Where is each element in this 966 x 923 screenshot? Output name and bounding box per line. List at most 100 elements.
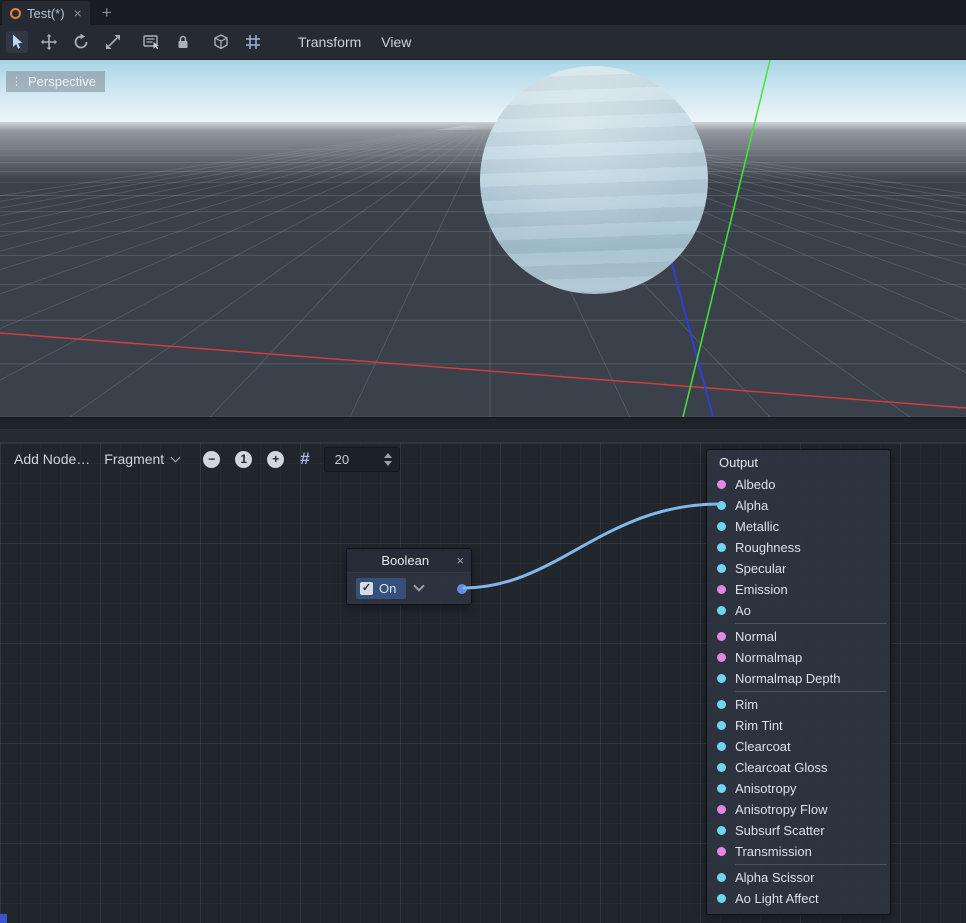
port-dot[interactable]	[717, 543, 726, 552]
shader-toolbar: Add Node… Fragment − 1 + # 20	[14, 445, 400, 473]
port-dot[interactable]	[717, 700, 726, 709]
boolean-output-port[interactable]	[457, 584, 467, 594]
port-dot[interactable]	[717, 784, 726, 793]
port-row[interactable]: Emission	[707, 579, 890, 600]
port-label: Ao	[735, 603, 751, 618]
port-dot[interactable]	[717, 632, 726, 641]
transform-menu[interactable]: Transform	[288, 34, 371, 50]
port-dot[interactable]	[717, 894, 726, 903]
3d-viewport[interactable]: ⋮ Perspective	[0, 60, 966, 417]
port-row[interactable]: Transmission	[707, 841, 890, 862]
boolean-checkbox[interactable]: ✓ On	[356, 578, 406, 599]
lock-tool-button[interactable]	[172, 31, 194, 53]
output-node[interactable]: Output Albedo Alpha Metallic Roughness S…	[706, 449, 891, 915]
port-dot[interactable]	[717, 805, 726, 814]
port-dot[interactable]	[717, 826, 726, 835]
port-row[interactable]: Albedo	[707, 474, 890, 495]
list-select-icon	[142, 33, 160, 51]
zoom-reset-button[interactable]: 1	[235, 451, 252, 468]
scene-tab-bar: Test(*) × +	[0, 0, 966, 25]
mesh-cube-icon	[212, 33, 230, 51]
port-row[interactable]: Normal	[707, 626, 890, 647]
rotate-tool-button[interactable]	[70, 31, 92, 53]
panel-splitter[interactable]	[0, 417, 966, 430]
port-dot[interactable]	[717, 873, 726, 882]
port-label: Normal	[735, 629, 777, 644]
spin-up-icon	[384, 453, 392, 458]
snap-distance-value: 20	[335, 452, 349, 467]
port-dot[interactable]	[717, 480, 726, 489]
port-label: Anisotropy Flow	[735, 802, 827, 817]
port-row[interactable]: Rim	[707, 694, 890, 715]
port-row[interactable]: Ao	[707, 600, 890, 621]
zoom-controls: − 1 +	[203, 451, 284, 468]
port-row[interactable]: Subsurf Scatter	[707, 820, 890, 841]
port-row[interactable]: Alpha Scissor	[707, 867, 890, 888]
port-label: Specular	[735, 561, 786, 576]
port-row[interactable]: Anisotropy	[707, 778, 890, 799]
boolean-node-header[interactable]: Boolean ×	[347, 549, 471, 573]
snap-toggle-button[interactable]: #	[300, 449, 309, 469]
port-row[interactable]: Anisotropy Flow	[707, 799, 890, 820]
chevron-down-icon[interactable]	[414, 580, 425, 591]
move-tool-button[interactable]	[38, 31, 60, 53]
chevron-down-icon	[171, 452, 181, 462]
tab-close-icon[interactable]: ×	[74, 5, 82, 21]
zoom-out-button[interactable]: −	[203, 451, 220, 468]
port-row[interactable]: Normalmap	[707, 647, 890, 668]
select-tool-button[interactable]	[6, 31, 28, 53]
output-node-header[interactable]: Output	[707, 450, 890, 474]
port-row[interactable]: Ao Light Affect	[707, 888, 890, 909]
view-menu[interactable]: View	[371, 34, 421, 50]
zoom-in-button[interactable]: +	[267, 451, 284, 468]
port-row[interactable]: Specular	[707, 558, 890, 579]
add-node-button[interactable]: Add Node…	[14, 451, 90, 467]
port-row[interactable]: Metallic	[707, 516, 890, 537]
port-dot[interactable]	[717, 501, 726, 510]
port-row[interactable]: Roughness	[707, 537, 890, 558]
port-dot[interactable]	[717, 522, 726, 531]
port-label: Clearcoat Gloss	[735, 760, 827, 775]
graph-scroll-corner[interactable]	[0, 914, 7, 923]
shader-mode-dropdown[interactable]: Fragment	[104, 451, 179, 467]
new-tab-button[interactable]: +	[102, 3, 112, 23]
output-node-title: Output	[719, 455, 758, 470]
boolean-to-alpha-wire	[464, 504, 719, 588]
port-row[interactable]: Clearcoat	[707, 736, 890, 757]
port-label: Roughness	[735, 540, 801, 555]
boolean-node-body: ✓ On	[347, 573, 471, 604]
port-dot[interactable]	[717, 564, 726, 573]
port-dot[interactable]	[717, 674, 726, 683]
move-icon	[40, 33, 58, 51]
port-row[interactable]: Rim Tint	[707, 715, 890, 736]
port-dot[interactable]	[717, 742, 726, 751]
snap-distance-field[interactable]: 20	[324, 447, 400, 472]
viewport-sky	[0, 60, 966, 122]
checkbox-label: On	[379, 581, 396, 596]
list-select-tool-button[interactable]	[140, 31, 162, 53]
close-node-icon[interactable]: ×	[456, 554, 464, 567]
port-dot[interactable]	[717, 653, 726, 662]
port-row[interactable]: Clearcoat Gloss	[707, 757, 890, 778]
scale-tool-button[interactable]	[102, 31, 124, 53]
port-label: Metallic	[735, 519, 779, 534]
sphere-mesh	[480, 66, 708, 294]
checkbox-box: ✓	[360, 582, 373, 595]
rotate-icon	[72, 33, 90, 51]
tab-test-scene[interactable]: Test(*) ×	[2, 1, 90, 25]
port-label: Albedo	[735, 477, 775, 492]
port-dot[interactable]	[717, 606, 726, 615]
boolean-node[interactable]: Boolean × ✓ On	[346, 548, 472, 605]
port-dot[interactable]	[717, 721, 726, 730]
mesh-tool-button[interactable]	[210, 31, 232, 53]
port-row[interactable]: Normalmap Depth	[707, 668, 890, 689]
port-dot[interactable]	[717, 763, 726, 772]
godot-editor-window: Test(*) × +	[0, 0, 966, 923]
snap-tool-button[interactable]	[242, 31, 264, 53]
port-dot[interactable]	[717, 585, 726, 594]
port-dot[interactable]	[717, 847, 726, 856]
perspective-menu-button[interactable]: ⋮ Perspective	[6, 71, 105, 92]
port-row[interactable]: Alpha	[707, 495, 890, 516]
spinner-control[interactable]	[384, 453, 392, 466]
shader-graph-area[interactable]: Add Node… Fragment − 1 + # 20 Bo	[0, 442, 966, 923]
